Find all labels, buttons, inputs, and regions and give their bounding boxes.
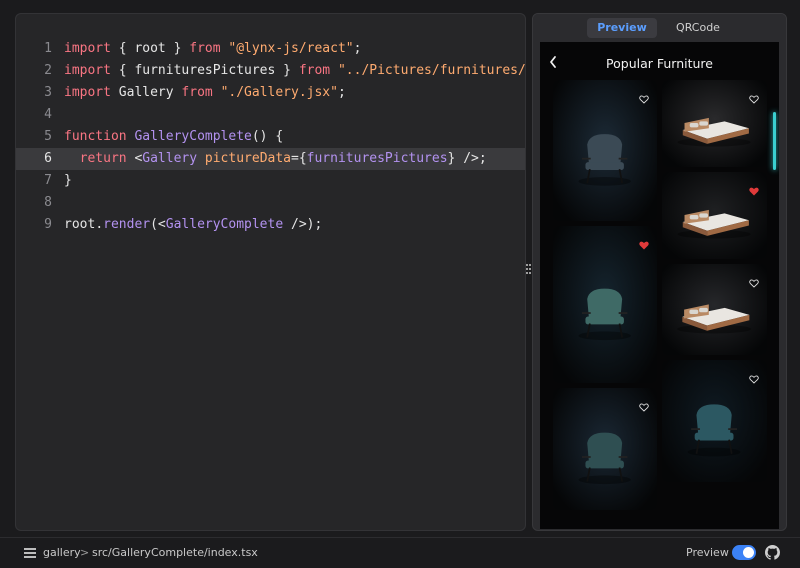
preview-toggle[interactable] (732, 545, 756, 560)
heart-icon[interactable] (639, 235, 649, 250)
heart-icon[interactable] (749, 369, 759, 384)
code-line[interactable]: 4 (16, 104, 525, 126)
breadcrumb-project[interactable]: gallery (43, 545, 81, 561)
bed-image (670, 182, 758, 252)
armchair-card[interactable] (553, 388, 657, 510)
code-text: import { root } from "@lynx-js/react"; (64, 41, 362, 56)
heart-icon[interactable] (749, 181, 759, 196)
armchair-image (561, 403, 648, 501)
code-text: return <Gallery pictureData={furnituresP… (79, 151, 487, 166)
code-line[interactable]: 6 return <Gallery pictureData={furniture… (16, 148, 525, 170)
armchair-card[interactable] (553, 80, 657, 221)
phone-title: Popular Furniture (606, 56, 713, 71)
armchair-card[interactable] (662, 360, 767, 482)
code-line[interactable]: 5 function GalleryComplete() { (16, 126, 525, 148)
code-text: } (64, 173, 72, 188)
preview-tabs: Preview QRCode (533, 14, 786, 42)
bed-image (670, 90, 758, 160)
line-number: 7 (44, 173, 52, 188)
line-number: 1 (44, 41, 52, 56)
tab-preview[interactable]: Preview (587, 18, 657, 38)
code-editor[interactable]: 1 import { root } from "@lynx-js/react"; 2… (15, 13, 526, 531)
bed-card[interactable] (662, 264, 767, 355)
armchair-image (561, 97, 648, 210)
preview-toggle-label: Preview (686, 546, 729, 559)
code-line[interactable]: 3 import Gallery from "./Gallery.jsx"; (16, 82, 525, 104)
line-number: 3 (44, 85, 52, 100)
code-text: function GalleryComplete() { (64, 129, 284, 144)
code-line[interactable]: 2 import { furnituresPictures } from "../… (16, 60, 525, 82)
heart-icon[interactable] (749, 89, 759, 104)
line-number: 9 (44, 217, 52, 232)
code-text: root.render(<GalleryComplete />); (64, 217, 323, 232)
window-top-strip (0, 0, 800, 12)
breadcrumb-path[interactable]: src/GalleryComplete/index.tsx (92, 545, 258, 561)
breadcrumb-separator: > (80, 546, 90, 559)
line-number: 5 (44, 129, 52, 144)
code-line[interactable]: 1 import { root } from "@lynx-js/react"; (16, 38, 525, 60)
phone-screen: Popular Furniture (540, 42, 779, 529)
heart-icon[interactable] (639, 397, 649, 412)
preview-panel: Preview QRCode Popular Furniture (532, 13, 787, 531)
code-line[interactable]: 8 (16, 192, 525, 214)
scroll-indicator (773, 112, 776, 170)
toggle-knob (743, 547, 754, 558)
heart-icon[interactable] (639, 89, 649, 104)
tab-qrcode[interactable]: QRCode (663, 18, 733, 38)
line-number: 4 (44, 107, 52, 122)
bed-image (670, 275, 758, 348)
status-bar: gallery > src/GalleryComplete/index.tsx … (0, 537, 800, 568)
code-line[interactable]: 7} (16, 170, 525, 192)
bed-card[interactable] (662, 172, 767, 259)
line-number: 8 (44, 195, 52, 210)
code-text: import Gallery from "./Gallery.jsx"; (64, 85, 346, 100)
line-number: 2 (44, 63, 52, 78)
bed-card[interactable] (662, 80, 767, 167)
armchair-image (670, 375, 758, 473)
heart-icon[interactable] (749, 273, 759, 288)
github-icon[interactable] (765, 545, 780, 560)
armchair-card[interactable] (553, 226, 657, 383)
armchair-image (561, 245, 648, 371)
code-text: import { furnituresPictures } from "../P… (64, 63, 526, 78)
list-icon[interactable] (24, 547, 36, 558)
line-number: 6 (44, 151, 52, 166)
code-line[interactable]: 9 root.render(<GalleryComplete />); (16, 214, 525, 236)
